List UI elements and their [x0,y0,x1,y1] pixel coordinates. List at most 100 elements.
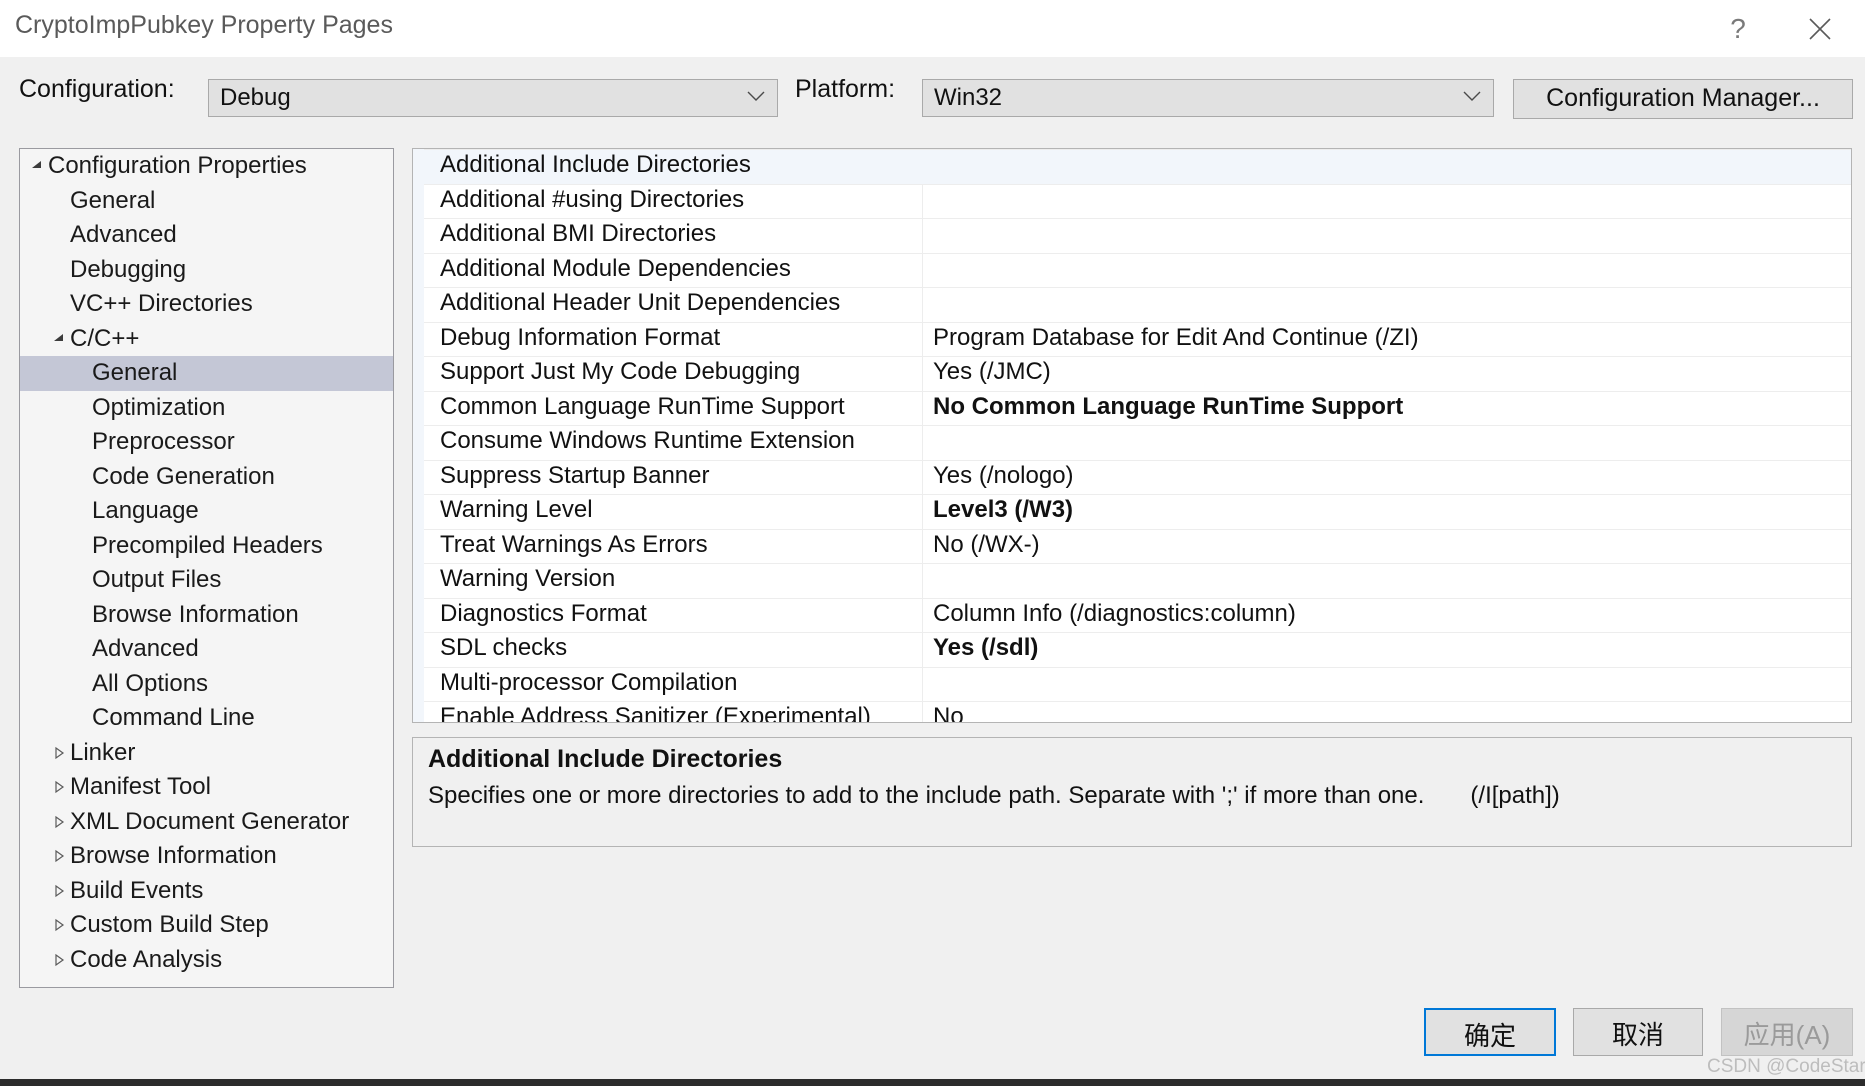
property-row[interactable]: Suppress Startup Banner Yes (/nologo) [413,459,1851,495]
tree-item-c-c[interactable]: C/C++ [20,322,393,357]
ok-button[interactable]: 确定 [1424,1008,1556,1056]
property-row[interactable]: Additional BMI Directories [413,218,1851,253]
description-text: Specifies one or more directories to add… [428,782,1425,809]
property-row[interactable]: Warning Level Level3 (/W3) [413,494,1851,529]
property-name: Additional Module Dependencies [440,254,791,282]
ok-label: 确定 [1463,1021,1516,1051]
tree-item-label: Linker [70,738,136,766]
tree-item-label: Output Files [92,566,222,594]
tree-item-advanced[interactable]: Advanced [20,218,393,253]
property-name: Suppress Startup Banner [440,461,710,489]
triangle-collapsed-icon[interactable] [48,884,70,898]
property-row[interactable]: Diagnostics Format Column Info (/diagnost… [413,597,1851,633]
platform-select[interactable]: Win32 [922,79,1494,117]
triangle-collapsed-icon[interactable] [48,918,70,932]
tree-item-browse-information[interactable]: Browse Information [20,839,393,874]
property-grid[interactable]: Additional Include Directories Additional… [412,148,1852,723]
tree-item-advanced[interactable]: Advanced [20,632,393,667]
property-name: Enable Address Sanitizer (Experimental) [440,703,871,723]
help-button[interactable]: ? [1703,0,1773,57]
tree-item-command-line[interactable]: Command Line [20,701,393,736]
triangle-collapsed-icon[interactable] [48,849,70,863]
triangle-collapsed-icon[interactable] [48,815,70,829]
tree-item-label: Build Events [70,876,204,904]
tree-item-precompiled-headers[interactable]: Precompiled Headers [20,529,393,564]
tree-item-browse-information[interactable]: Browse Information [20,598,393,633]
tree-item-optimization[interactable]: Optimization [20,391,393,426]
property-name: Consume Windows Runtime Extension [440,427,855,454]
triangle-collapsed-icon[interactable] [48,780,70,794]
tree-item-build-events[interactable]: Build Events [20,874,393,909]
triangle-expanded-icon[interactable] [26,159,48,173]
tree-item-manifest-tool[interactable]: Manifest Tool [20,770,393,805]
tree-item-label: VC++ Directories [70,290,253,318]
tree-item-code-analysis[interactable]: Code Analysis [20,943,393,978]
property-row[interactable]: Additional #using Directories [413,183,1851,219]
tree-item-label: Debugging [70,255,187,283]
tree-item-label: Optimization [92,393,226,421]
configuration-tree[interactable]: Configuration Properties General Advanced D… [19,148,394,988]
property-value[interactable]: Program Database for Edit And Continue (… [933,324,1419,352]
property-value[interactable]: Yes (/nologo) [933,462,1074,490]
tree-item-general[interactable]: General [20,184,393,219]
triangle-collapsed-icon[interactable] [48,746,70,760]
tree-item-preprocessor[interactable]: Preprocessor [20,425,393,460]
property-row[interactable]: Additional Header Unit Dependencies [413,287,1851,322]
property-value[interactable]: Column Info (/diagnostics:column) [933,600,1296,628]
configuration-select[interactable]: Debug [208,79,778,117]
description-switch: (/I[path]) [1470,782,1560,809]
triangle-collapsed-icon[interactable] [48,953,70,967]
property-row[interactable]: Treat Warnings As Errors No (/WX-) [413,528,1851,564]
tree-item-label: Manifest Tool [70,773,211,801]
property-value[interactable]: Yes (/JMC) [933,358,1051,386]
property-row[interactable]: Debug Information Format Program Database… [413,321,1851,357]
tree-item-all-options[interactable]: All Options [20,667,393,702]
property-value[interactable]: No (/WX-) [933,531,1040,559]
tree-item-general[interactable]: General [20,356,393,391]
tree-item-label: General [70,186,156,214]
property-name: Additional Header Unit Dependencies [440,289,841,316]
tree-item-label: Code Generation [92,462,275,490]
platform-label: Platform: [795,75,896,103]
description-body: Specifies one or more directories to add… [428,782,1560,810]
tree-item-debugging[interactable]: Debugging [20,253,393,288]
tree-item-code-generation[interactable]: Code Generation [20,460,393,495]
tree-item-label: Configuration Properties [48,152,307,180]
description-pane: Additional Include Directories Specifies… [412,737,1852,847]
property-row[interactable]: Enable Address Sanitizer (Experimental) N… [413,701,1851,723]
property-row[interactable]: Warning Version [413,563,1851,598]
property-row[interactable]: Multi-processor Compilation [413,666,1851,702]
triangle-expanded-icon[interactable] [48,332,70,346]
tree-item-linker[interactable]: Linker [20,736,393,771]
tree-item-label: All Options [92,669,209,697]
property-name: Diagnostics Format [440,599,647,627]
tree-item-custom-build-step[interactable]: Custom Build Step [20,908,393,943]
property-name: Additional Include Directories [440,151,751,178]
close-button[interactable] [1785,0,1855,57]
tree-item-configuration-properties[interactable]: Configuration Properties [20,149,393,184]
property-name: Warning Version [440,565,616,592]
tree-item-label: C/C++ [70,324,140,352]
property-row[interactable]: Consume Windows Runtime Extension [413,425,1851,460]
configuration-manager-button[interactable]: Configuration Manager... [1513,79,1853,119]
property-row[interactable]: Support Just My Code Debugging Yes (/JMC) [413,356,1851,391]
property-row[interactable]: SDL checks Yes (/sdl) [413,632,1851,667]
configuration-manager-label: Configuration Manager... [1546,84,1820,112]
property-value[interactable]: Yes (/sdl) [933,634,1038,662]
tree-item-label: Precompiled Headers [92,531,323,559]
tree-item-language[interactable]: Language [20,494,393,529]
property-row[interactable]: Additional Include Directories [413,149,1851,184]
tree-item-vc-directories[interactable]: VC++ Directories [20,287,393,322]
property-row[interactable]: Additional Module Dependencies [413,252,1851,288]
property-name: Debug Information Format [440,323,721,351]
property-value[interactable]: No Common Language RunTime Support [933,393,1403,421]
apply-button: 应用(A) [1721,1008,1853,1056]
property-value[interactable]: No [933,703,964,722]
property-row[interactable]: Common Language RunTime Support No Common… [413,390,1851,426]
tree-item-xml-document-generator[interactable]: XML Document Generator [20,805,393,840]
cancel-button[interactable]: 取消 [1573,1008,1703,1056]
property-name: Additional #using Directories [440,185,745,213]
tree-item-output-files[interactable]: Output Files [20,563,393,598]
property-value[interactable]: Level3 (/W3) [933,496,1073,524]
property-name: Common Language RunTime Support [440,392,845,420]
